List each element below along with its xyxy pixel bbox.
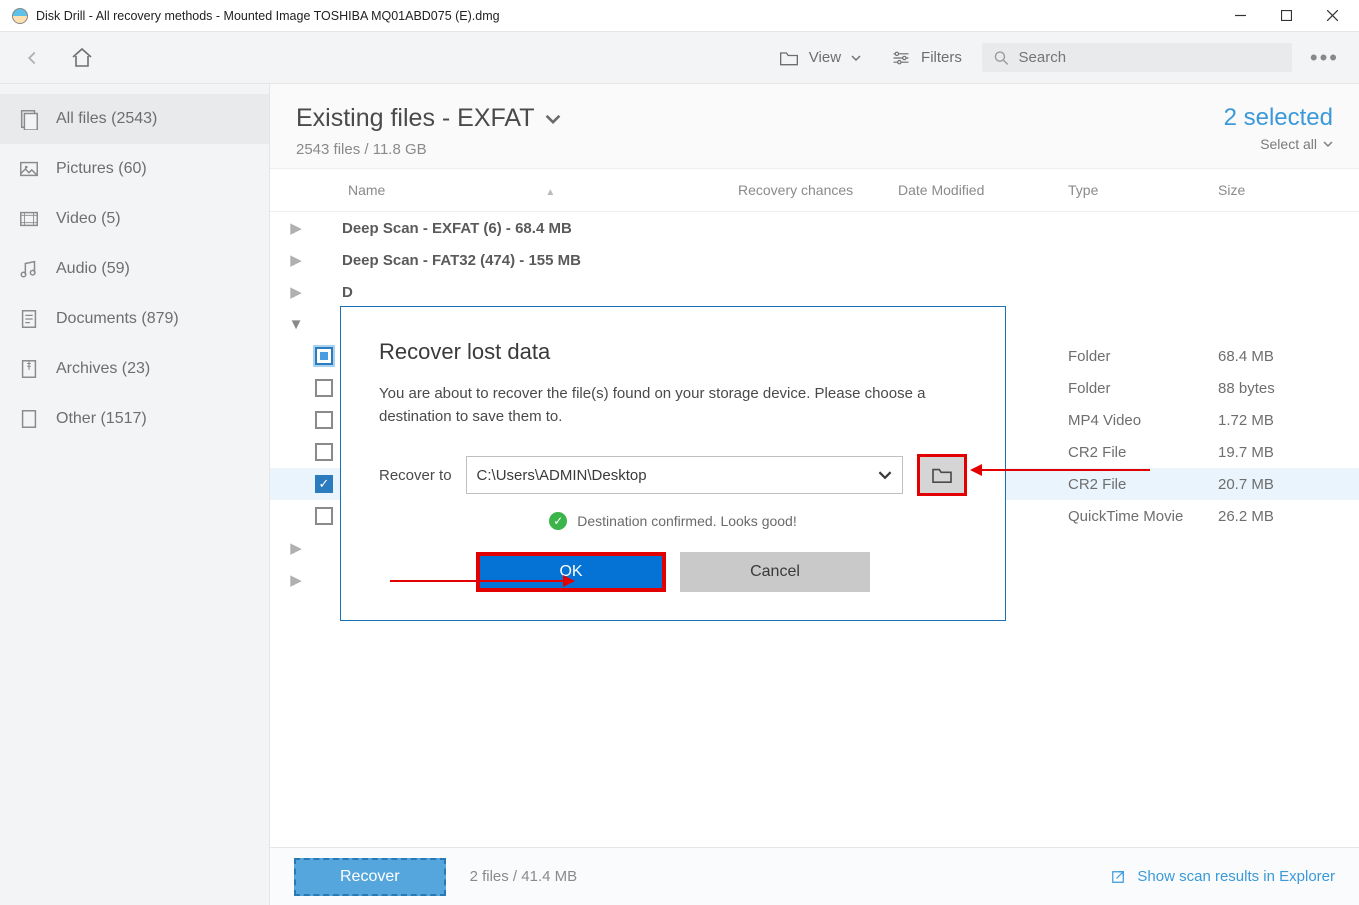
folder-icon <box>779 49 799 67</box>
column-name[interactable]: Name▲ <box>342 182 738 198</box>
sidebar-label: Other (1517) <box>56 410 147 428</box>
title-bar: Disk Drill - All recovery methods - Moun… <box>0 0 1359 32</box>
search-icon <box>994 50 1009 66</box>
app-icon <box>12 8 28 24</box>
collapse-icon[interactable]: ▼ <box>286 316 306 333</box>
row-checkbox[interactable] <box>315 475 333 493</box>
documents-icon <box>18 308 40 330</box>
search-box[interactable] <box>982 43 1292 72</box>
sidebar-item-pictures[interactable]: Pictures (60) <box>0 144 269 194</box>
sidebar-label: Pictures (60) <box>56 160 147 178</box>
external-link-icon <box>1109 868 1127 886</box>
table-header: Name▲ Recovery chances Date Modified Typ… <box>270 168 1359 212</box>
minimize-button[interactable] <box>1217 1 1263 31</box>
sidebar-label: Archives (23) <box>56 360 150 378</box>
sidebar-item-documents[interactable]: Documents (879) <box>0 294 269 344</box>
back-button[interactable] <box>12 38 52 78</box>
expand-icon[interactable]: ▶ <box>286 251 306 269</box>
row-checkbox[interactable] <box>315 443 333 461</box>
view-label: View <box>809 49 841 66</box>
recover-dialog: Recover lost data You are about to recov… <box>340 306 1006 621</box>
chevron-down-icon <box>1323 139 1333 149</box>
dialog-description: You are about to recover the file(s) fou… <box>379 383 967 428</box>
destination-confirmed: ✓ Destination confirmed. Looks good! <box>379 512 967 530</box>
footer-stat: 2 files / 41.4 MB <box>470 868 578 885</box>
recover-to-label: Recover to <box>379 467 452 484</box>
show-in-explorer-link[interactable]: Show scan results in Explorer <box>1109 868 1335 886</box>
maximize-button[interactable] <box>1263 1 1309 31</box>
column-date[interactable]: Date Modified <box>898 182 1068 198</box>
sidebar-item-video[interactable]: Video (5) <box>0 194 269 244</box>
expand-icon[interactable]: ▶ <box>286 571 306 589</box>
sliders-icon <box>891 49 911 67</box>
select-all-checkbox[interactable] <box>292 182 308 198</box>
check-circle-icon: ✓ <box>549 512 567 530</box>
expand-icon[interactable]: ▶ <box>286 539 306 557</box>
files-icon <box>18 108 40 130</box>
other-icon <box>18 408 40 430</box>
close-button[interactable] <box>1309 1 1355 31</box>
group-row[interactable]: ▶Deep Scan - EXFAT (6) - 68.4 MB <box>270 212 1359 244</box>
expand-icon[interactable]: ▶ <box>286 283 306 301</box>
destination-dropdown[interactable]: C:\Users\ADMIN\Desktop <box>466 456 903 494</box>
sidebar-item-audio[interactable]: Audio (59) <box>0 244 269 294</box>
sidebar-item-other[interactable]: Other (1517) <box>0 394 269 444</box>
row-checkbox[interactable] <box>315 347 333 365</box>
filters-label: Filters <box>921 49 962 66</box>
dialog-title: Recover lost data <box>379 339 967 365</box>
row-checkbox[interactable] <box>315 507 333 525</box>
column-recovery[interactable]: Recovery chances <box>738 182 898 198</box>
cancel-button[interactable]: Cancel <box>680 552 870 592</box>
view-dropdown[interactable]: View <box>769 49 871 67</box>
column-type[interactable]: Type <box>1068 182 1218 198</box>
sort-up-icon: ▲ <box>545 187 555 198</box>
browse-folder-button[interactable] <box>917 454 967 496</box>
recover-button[interactable]: Recover <box>294 858 446 896</box>
sidebar-label: Video (5) <box>56 210 121 228</box>
group-row[interactable]: ▶D <box>270 276 1359 308</box>
sidebar-label: All files (2543) <box>56 110 157 128</box>
more-button[interactable]: ••• <box>1302 45 1347 71</box>
select-all-button[interactable]: Select all <box>1224 136 1333 152</box>
chevron-down-icon <box>851 53 861 63</box>
footer: Recover 2 files / 41.4 MB Show scan resu… <box>270 847 1359 905</box>
page-subtitle: 2543 files / 11.8 GB <box>296 141 561 158</box>
sidebar-item-all-files[interactable]: All files (2543) <box>0 94 269 144</box>
video-icon <box>18 208 40 230</box>
archives-icon <box>18 358 40 380</box>
folder-icon <box>931 466 953 484</box>
row-checkbox[interactable] <box>315 411 333 429</box>
destination-value: C:\Users\ADMIN\Desktop <box>477 467 647 484</box>
sidebar-item-archives[interactable]: Archives (23) <box>0 344 269 394</box>
audio-icon <box>18 258 40 280</box>
annotation-arrow <box>980 469 1150 471</box>
filters-button[interactable]: Filters <box>881 49 972 67</box>
search-input[interactable] <box>1019 49 1280 66</box>
sidebar-label: Documents (879) <box>56 310 179 328</box>
pictures-icon <box>18 158 40 180</box>
annotation-arrow <box>390 580 565 582</box>
column-size[interactable]: Size <box>1218 182 1343 198</box>
expand-icon[interactable]: ▶ <box>286 219 306 237</box>
selected-count: 2 selected <box>1224 104 1333 132</box>
sidebar-label: Audio (59) <box>56 260 130 278</box>
chevron-down-icon <box>878 468 892 482</box>
content-header: Existing files - EXFAT 2543 files / 11.8… <box>270 84 1359 168</box>
toolbar: View Filters ••• <box>0 32 1359 84</box>
sidebar: All files (2543) Pictures (60) Video (5)… <box>0 84 270 905</box>
page-title[interactable]: Existing files - EXFAT <box>296 104 561 133</box>
chevron-down-icon <box>545 111 561 127</box>
row-checkbox[interactable] <box>315 379 333 397</box>
window-title: Disk Drill - All recovery methods - Moun… <box>36 9 1217 23</box>
group-row[interactable]: ▶Deep Scan - FAT32 (474) - 155 MB <box>270 244 1359 276</box>
home-button[interactable] <box>62 38 102 78</box>
